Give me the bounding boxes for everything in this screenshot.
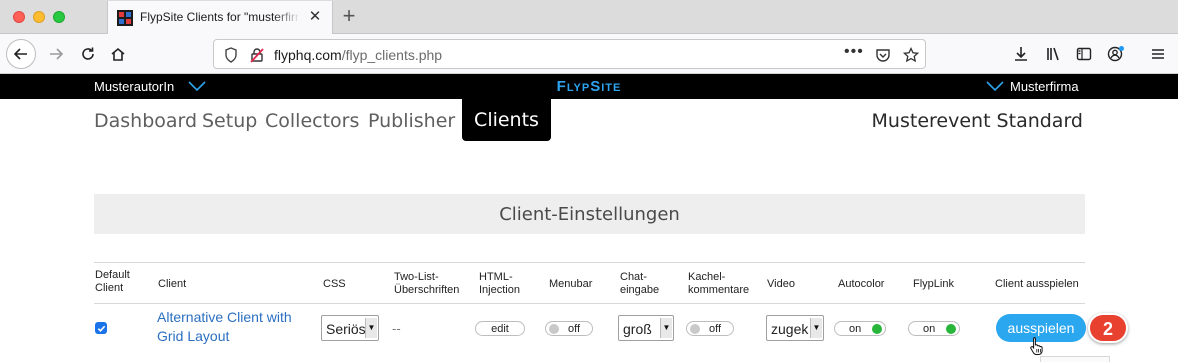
checkmark-icon: [97, 325, 105, 332]
col-head-chat: Chat- eingabe: [620, 271, 660, 296]
company-dropdown[interactable]: Musterfirma: [1010, 79, 1079, 94]
bookmark-star-icon[interactable]: [902, 46, 920, 64]
hand-pointer-icon: [1030, 337, 1043, 355]
reload-button[interactable]: [74, 40, 102, 68]
two-list-value: --: [392, 321, 401, 336]
flyplink-toggle[interactable]: on: [908, 321, 960, 336]
autocolor-toggle[interactable]: on: [834, 321, 886, 336]
account-button[interactable]: [1102, 40, 1130, 68]
page-actions-icon[interactable]: •••: [844, 43, 864, 61]
browser-navbar: flyphq.com/flyp_clients.php •••: [0, 34, 1178, 74]
minimize-window-button[interactable]: [33, 11, 45, 23]
account-icon: [1107, 46, 1124, 62]
col-head-flyplink: FlypLink: [913, 278, 954, 290]
home-button[interactable]: [104, 40, 132, 68]
kachel-toggle[interactable]: off: [686, 321, 734, 336]
shield-icon[interactable]: [222, 46, 240, 64]
select-arrow-icon: ▼: [365, 318, 377, 338]
col-head-video: Video: [767, 278, 795, 290]
reload-icon: [82, 47, 94, 60]
pocket-icon[interactable]: [874, 46, 892, 64]
nav-setup[interactable]: Setup: [202, 110, 257, 132]
event-name: Musterevent Standard: [871, 110, 1083, 132]
nav-publisher[interactable]: Publisher: [368, 110, 455, 132]
tooltip: [1040, 356, 1110, 362]
menubar-toggle[interactable]: off: [545, 321, 593, 336]
forward-button[interactable]: [42, 40, 70, 68]
col-head-menubar: Menubar: [549, 278, 593, 290]
download-icon: [1015, 47, 1027, 61]
html-injection-edit-button[interactable]: edit: [475, 321, 525, 336]
nav-collectors[interactable]: Collectors: [265, 110, 359, 132]
col-head-html-injection: HTML- Injection: [479, 271, 520, 296]
library-button[interactable]: [1040, 40, 1068, 68]
select-arrow-icon: ▼: [660, 318, 672, 338]
flypsite-favicon-icon: [117, 10, 133, 26]
url-bar[interactable]: flyphq.com/flyp_clients.php •••: [213, 39, 926, 69]
section-title: Client-Einstellungen: [499, 204, 680, 225]
sidebar-button[interactable]: [1070, 40, 1098, 68]
col-head-play: Client ausspielen: [995, 278, 1079, 290]
arrow-right-icon: [50, 48, 64, 60]
section-header: Client-Einstellungen: [94, 194, 1085, 234]
insecure-lock-icon[interactable]: [248, 46, 266, 64]
video-select[interactable]: zugek ▼: [766, 315, 824, 341]
close-window-button[interactable]: [13, 11, 25, 23]
site-topbar: MusterautorIn FlypSite Musterfirma: [0, 74, 1178, 99]
home-icon: [111, 47, 125, 61]
step-number-badge: 2: [1088, 313, 1128, 343]
sidebar-icon: [1076, 47, 1092, 61]
col-head-client: Client: [158, 278, 187, 290]
nav-dashboard[interactable]: Dashboard: [94, 110, 197, 132]
nav-clients[interactable]: Clients: [462, 99, 551, 141]
back-button[interactable]: [6, 39, 36, 69]
arrow-left-icon: [13, 48, 27, 60]
col-head-css: CSS: [323, 278, 346, 290]
new-tab-icon[interactable]: +: [338, 4, 360, 28]
menu-button[interactable]: [1144, 40, 1172, 68]
chevron-down-icon[interactable]: [986, 79, 1004, 93]
select-arrow-icon: ▼: [810, 318, 822, 338]
chat-select[interactable]: groß ▼: [618, 315, 674, 341]
downloads-button[interactable]: [1007, 40, 1035, 68]
library-icon: [1047, 47, 1059, 61]
col-head-two-list: Two-List- Überschriften: [394, 271, 460, 296]
default-client-checkbox[interactable]: [95, 322, 107, 334]
url-text[interactable]: flyphq.com/flyp_clients.php: [274, 47, 442, 63]
col-head-autocolor: Autocolor: [838, 278, 885, 290]
author-dropdown[interactable]: MusterautorIn: [94, 79, 174, 94]
client-name-link[interactable]: Alternative Client with Grid Layout: [157, 308, 317, 346]
css-select[interactable]: Seriös ▼: [321, 315, 379, 341]
col-head-default-client: Default Client: [95, 269, 130, 294]
zoom-window-button[interactable]: [53, 11, 65, 23]
col-head-kachel: Kachel- kommentare: [688, 271, 750, 296]
chevron-down-icon[interactable]: [188, 79, 206, 93]
hamburger-menu-icon: [1152, 49, 1164, 59]
close-tab-icon[interactable]: ✕: [306, 8, 324, 26]
browser-titlebar: FlypSite Clients for "musterfirma ✕ +: [0, 0, 1178, 34]
browser-tab[interactable]: FlypSite Clients for "musterfirma ✕: [107, 1, 333, 34]
